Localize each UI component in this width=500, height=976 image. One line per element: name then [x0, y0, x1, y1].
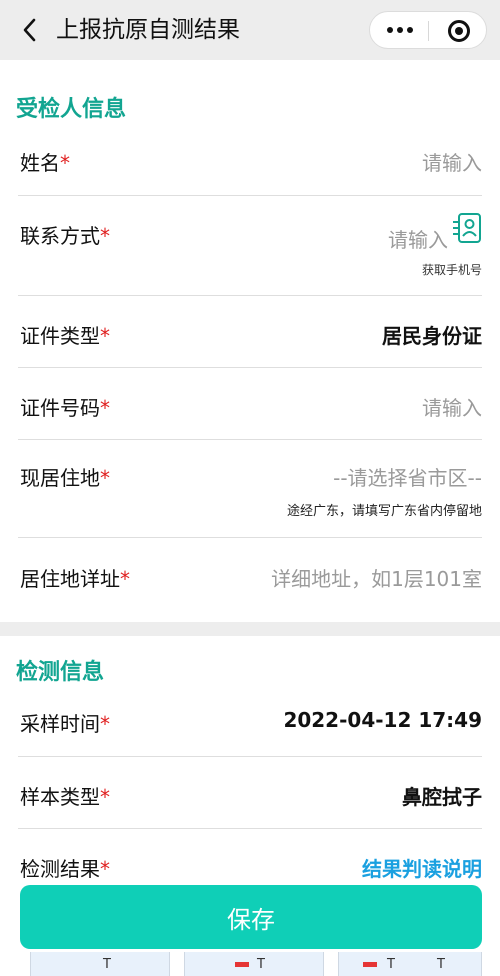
result-option-invalid[interactable]: T T: [338, 952, 482, 976]
required-mark: *: [60, 151, 70, 175]
address-input[interactable]: 详细地址，如1层101室: [271, 563, 482, 592]
sample-time-row: 采样时间* 2022-04-12 17:49: [18, 686, 482, 757]
cassette-t-mark: T: [103, 957, 111, 972]
id-number-input[interactable]: 请输入: [422, 392, 482, 421]
cassette-t-mark: T: [257, 957, 265, 972]
required-mark: *: [100, 224, 110, 248]
section-title-test: 检测信息: [16, 660, 105, 685]
cassette-red-line: [235, 962, 249, 967]
id-number-label: 证件号码*: [20, 396, 110, 420]
contact-row: 联系方式* 请输入 获取手机号: [18, 196, 482, 296]
id-type-select[interactable]: 居民身份证: [382, 320, 482, 349]
name-label: 姓名*: [20, 151, 70, 175]
get-phone-link[interactable]: 获取手机号: [422, 261, 482, 278]
cassette-t-mark: T: [437, 957, 445, 972]
id-type-label: 证件类型*: [20, 324, 110, 348]
sample-type-row: 样本类型* 鼻腔拭子: [18, 757, 482, 829]
required-mark: *: [100, 324, 110, 348]
cassette-t-mark: T: [387, 957, 395, 972]
subject-info-card: 受检人信息 姓名* 请输入 联系方式* 请输入 获取手机号 证件类型* 居民身份…: [0, 60, 500, 622]
required-mark: *: [100, 396, 110, 420]
required-mark: *: [100, 857, 110, 881]
id-type-row: 证件类型* 居民身份证: [18, 296, 482, 368]
result-row: 检测结果* 结果判读说明: [18, 829, 482, 889]
residence-label: 现居住地*: [20, 466, 110, 490]
required-mark: *: [100, 712, 110, 736]
sample-time-label: 采样时间*: [20, 712, 110, 736]
region-picker[interactable]: --请选择省市区--: [333, 462, 482, 491]
page-title: 上报抗原自测结果: [56, 17, 240, 43]
save-button[interactable]: 保存: [20, 885, 482, 949]
name-row: 姓名* 请输入: [18, 126, 482, 196]
sample-time-picker[interactable]: 2022-04-12 17:49: [283, 708, 482, 732]
required-mark: *: [100, 466, 110, 490]
result-label: 检测结果*: [20, 857, 110, 881]
mini-program-capsule: [369, 11, 487, 49]
name-input[interactable]: 请输入: [422, 147, 482, 176]
capsule-divider: [428, 21, 429, 41]
contact-label: 联系方式*: [20, 224, 110, 248]
required-mark: *: [120, 567, 130, 591]
sample-type-label: 样本类型*: [20, 785, 110, 809]
result-option-positive[interactable]: T: [184, 952, 324, 976]
sample-type-select[interactable]: 鼻腔拭子: [402, 781, 482, 810]
result-options-strip: T T T T: [0, 952, 500, 976]
residence-note: 途经广东，请填写广东省内停留地: [286, 504, 482, 519]
chevron-left-icon[interactable]: [14, 14, 46, 46]
target-circle-icon[interactable]: [440, 17, 478, 45]
residence-row: 现居住地* --请选择省市区-- 途经广东，请填写广东省内停留地: [18, 440, 482, 538]
id-number-row: 证件号码* 请输入: [18, 368, 482, 440]
more-dots-icon[interactable]: [378, 16, 422, 44]
contact-card-icon[interactable]: [452, 212, 482, 244]
result-option-negative[interactable]: T: [30, 952, 170, 976]
contact-input[interactable]: 请输入: [388, 224, 448, 253]
cassette-red-line: [363, 962, 377, 967]
required-mark: *: [100, 785, 110, 809]
nav-bar: 上报抗原自测结果: [0, 0, 500, 60]
result-guide-link[interactable]: 结果判读说明: [362, 853, 482, 882]
section-title-subject: 受检人信息: [16, 97, 127, 122]
address-label: 居住地详址*: [20, 567, 130, 591]
address-row: 居住地详址* 详细地址，如1层101室: [18, 538, 482, 622]
